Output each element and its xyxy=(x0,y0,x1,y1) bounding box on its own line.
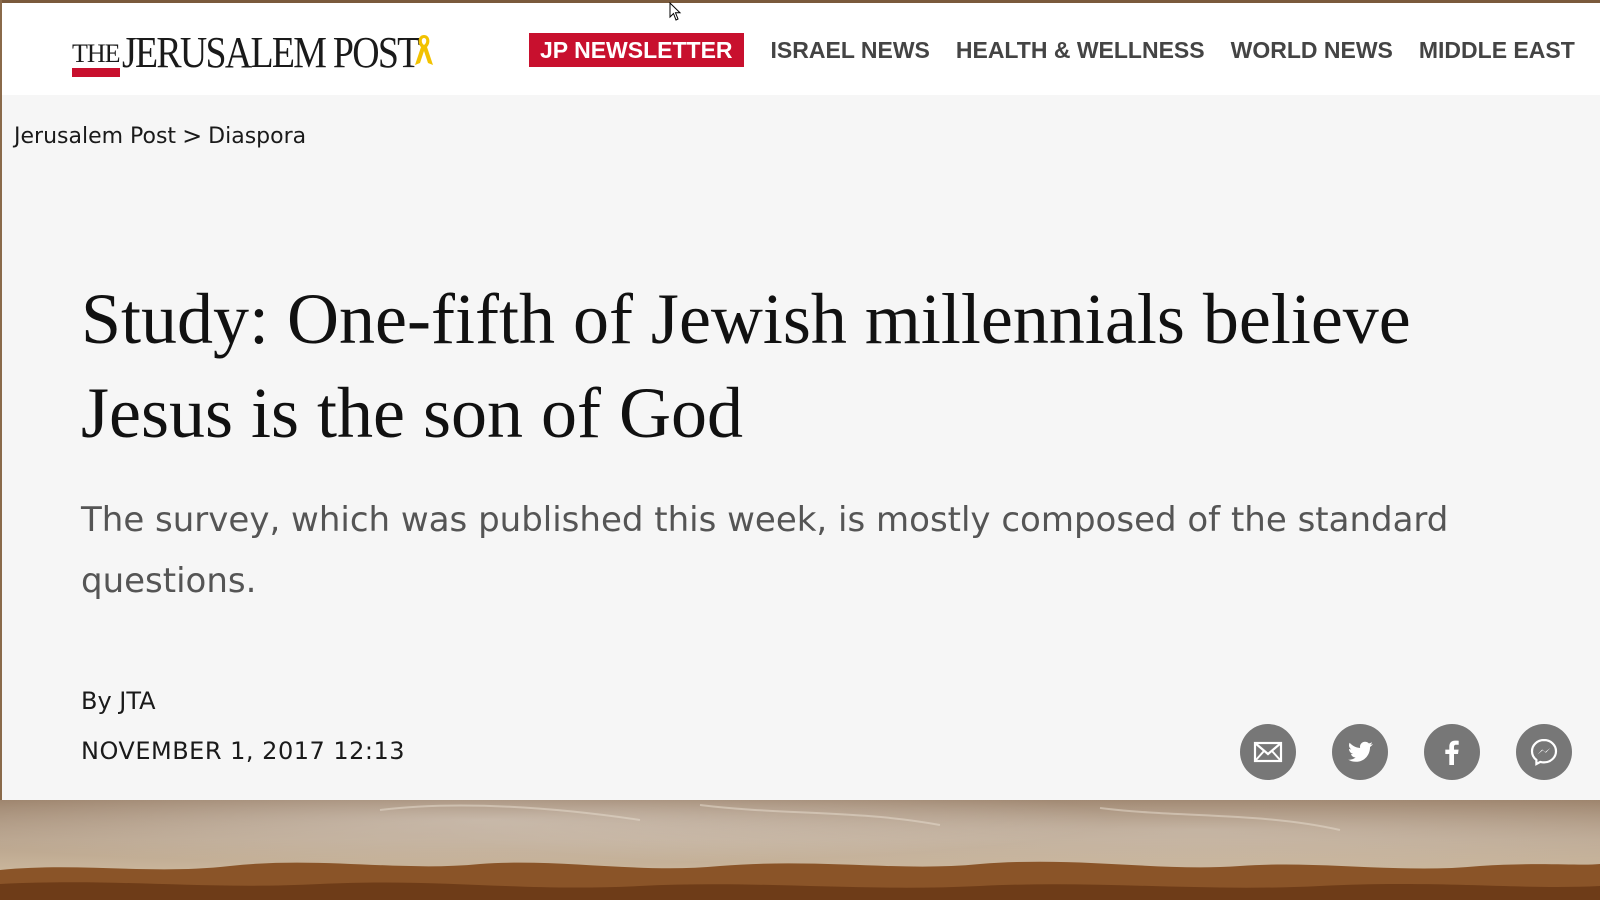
article-date: NOVEMBER 1, 2017 12:13 xyxy=(81,737,406,765)
facebook-icon xyxy=(1445,740,1459,765)
share-facebook-button[interactable] xyxy=(1424,724,1480,780)
nav-item-israel-news[interactable]: ISRAEL NEWS xyxy=(771,37,930,64)
article-byline: By JTA xyxy=(81,687,156,715)
share-email-button[interactable] xyxy=(1240,724,1296,780)
main-nav: JP NEWSLETTER ISRAEL NEWS HEALTH & WELLN… xyxy=(529,33,1575,67)
logo-the: THE xyxy=(72,41,121,77)
nav-item-health-wellness[interactable]: HEALTH & WELLNESS xyxy=(956,37,1205,64)
site-logo[interactable]: THE JERUSALEM POST xyxy=(72,25,442,77)
background-texture xyxy=(0,800,1600,900)
breadcrumb: Jerusalem Post > Diaspora xyxy=(14,122,306,150)
nav-item-middle-east[interactable]: MIDDLE EAST xyxy=(1419,37,1575,64)
mouse-cursor-icon xyxy=(669,2,682,21)
share-messenger-button[interactable] xyxy=(1516,724,1572,780)
logo-wordmark: JERUSALEM POST xyxy=(121,28,420,77)
share-bar xyxy=(1240,724,1572,780)
messenger-icon xyxy=(1530,738,1558,766)
breadcrumb-home-link[interactable]: Jerusalem Post xyxy=(14,124,176,149)
window-left-border xyxy=(0,0,2,800)
nav-item-world-news[interactable]: WORLD NEWS xyxy=(1231,37,1393,64)
landscape-decoration xyxy=(0,804,1600,900)
logo-red-bar xyxy=(72,68,120,77)
site-header: THE JERUSALEM POST JP NEWSLETTER ISRAEL … xyxy=(2,3,1600,95)
nav-newsletter-button[interactable]: JP NEWSLETTER xyxy=(529,33,744,67)
twitter-icon xyxy=(1348,741,1373,762)
article-subhead: The survey, which was published this wee… xyxy=(81,500,1449,601)
share-twitter-button[interactable] xyxy=(1332,724,1388,780)
yellow-ribbon-icon xyxy=(415,35,433,65)
breadcrumb-separator: > xyxy=(182,122,203,150)
breadcrumb-section-link[interactable]: Diaspora xyxy=(208,124,306,149)
article-headline: Study: One-fifth of Jewish millennials b… xyxy=(81,279,1411,453)
email-icon xyxy=(1253,741,1283,763)
